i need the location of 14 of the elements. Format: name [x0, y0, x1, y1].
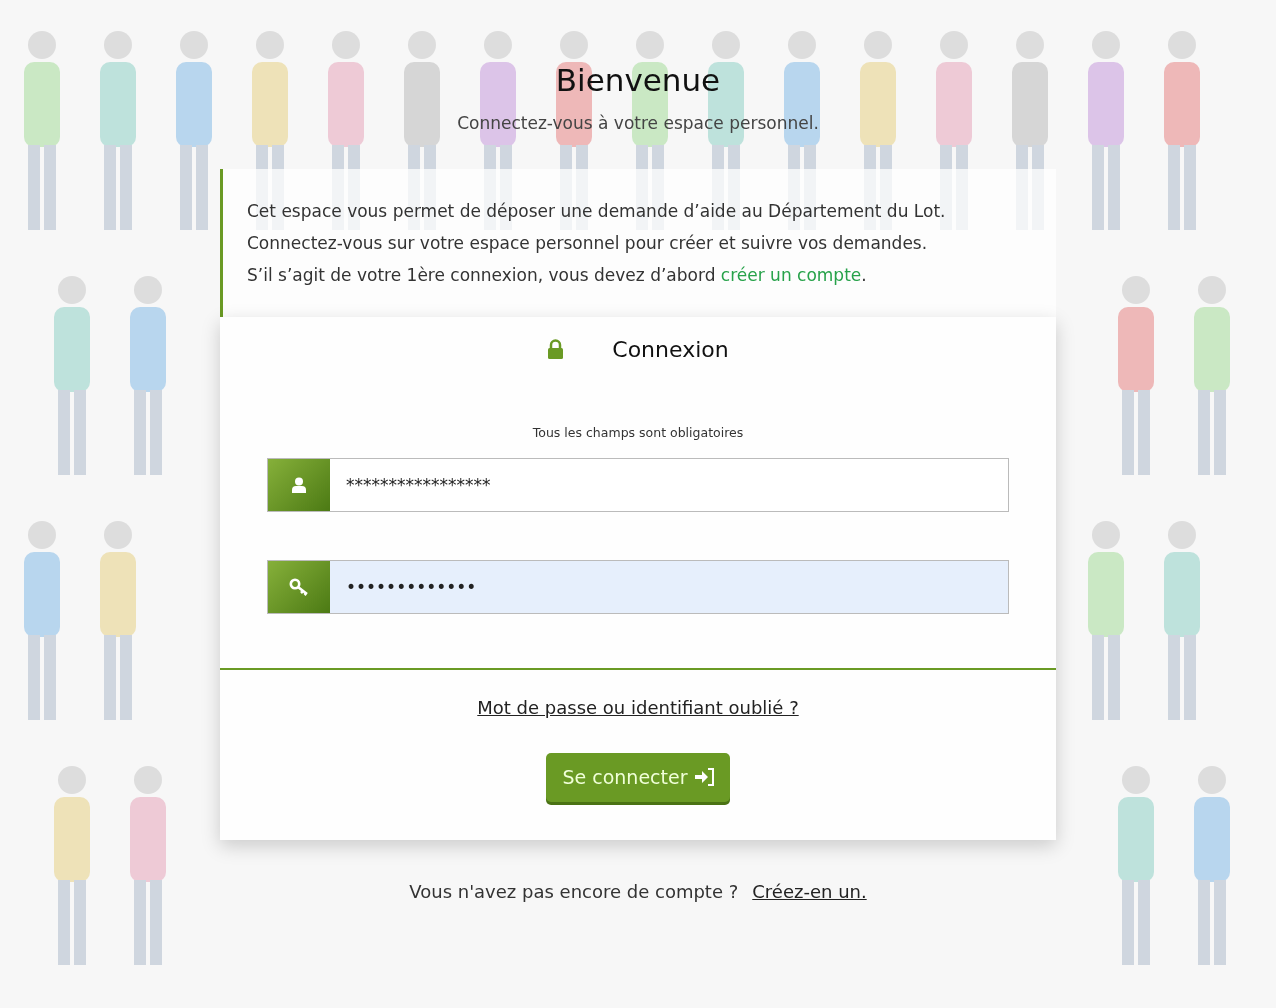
required-fields-note: Tous les champs sont obligatoires: [532, 424, 744, 440]
key-icon: [289, 578, 309, 597]
login-title: Connexion: [612, 335, 729, 364]
info-text: Cet espace vous permet de déposer une demande d’aide au Département du Lot.: [247, 199, 947, 223]
page-subtitle: Connectez-vous à votre espace personnel.: [457, 112, 819, 136]
no-account-text: Vous n'avez pas encore de compte ?: [409, 880, 739, 902]
user-icon: [292, 477, 306, 494]
sign-in-icon: [693, 768, 714, 787]
lock-icon: [547, 339, 565, 360]
info-text: S’il s’agit de votre 1ère connexion, vous devez d’abord créer un compte.: [247, 263, 868, 287]
forgot-password-link[interactable]: Mot de passe ou identifiant oublié ?: [477, 697, 799, 719]
info-text: Connectez-vous sur votre espace personnel pour créer et suivre vos demandes.: [247, 231, 929, 255]
page-title: Bienvenue: [555, 62, 721, 100]
create-account-link[interactable]: Créez-en un.: [752, 880, 867, 902]
